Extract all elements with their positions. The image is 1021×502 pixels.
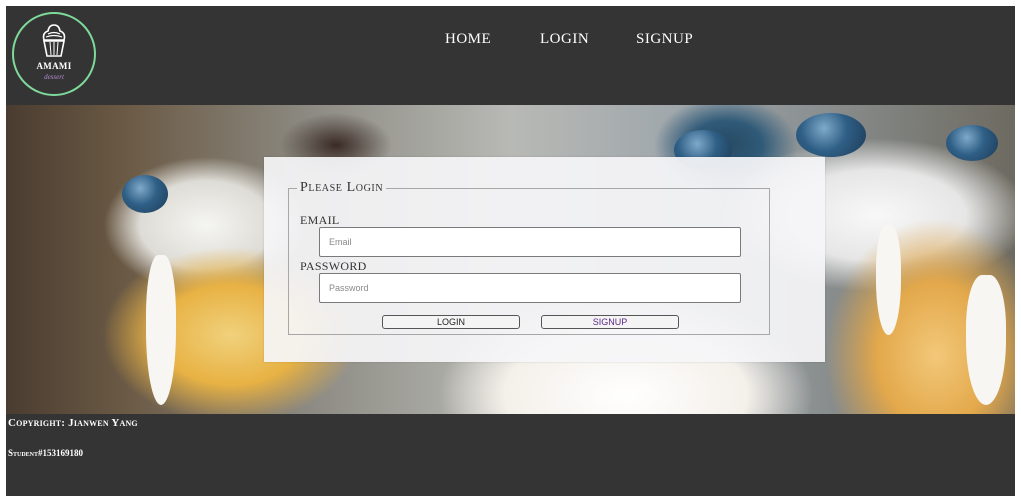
site-header: AMAMI dessert HOME LOGIN SIGNUP: [6, 6, 1015, 105]
email-input[interactable]: [319, 227, 741, 257]
frosting-decoration: [146, 255, 176, 405]
password-input[interactable]: [319, 273, 741, 303]
hero-background-image: Please Login EMAIL PASSWORD LOGIN SIGNUP: [6, 105, 1015, 414]
blueberry-decoration: [946, 125, 998, 161]
email-label: EMAIL: [300, 213, 340, 227]
nav-login-link[interactable]: LOGIN: [540, 31, 589, 48]
signup-button[interactable]: SIGNUP: [541, 315, 679, 329]
student-id-text: Student#153169180: [8, 448, 84, 458]
brand-name: AMAMI: [36, 61, 72, 71]
login-card: Please Login EMAIL PASSWORD LOGIN SIGNUP: [264, 157, 825, 362]
nav-signup-link[interactable]: SIGNUP: [636, 31, 693, 48]
frosting-decoration: [876, 225, 901, 335]
main-nav: HOME LOGIN SIGNUP: [6, 31, 1015, 55]
blueberry-decoration: [122, 175, 168, 213]
brand-tagline: dessert: [44, 73, 64, 81]
password-label: PASSWORD: [300, 259, 367, 273]
site-footer: Copyright: Jianwen Yang Student#15316918…: [6, 414, 1015, 496]
login-form: Please Login EMAIL PASSWORD LOGIN SIGNUP: [288, 180, 770, 335]
blueberry-decoration: [796, 113, 866, 157]
nav-home-link[interactable]: HOME: [445, 31, 491, 48]
copyright-text: Copyright: Jianwen Yang: [8, 417, 138, 429]
login-button[interactable]: LOGIN: [382, 315, 520, 329]
frosting-decoration: [966, 275, 1006, 405]
login-legend: Please Login: [300, 180, 384, 195]
